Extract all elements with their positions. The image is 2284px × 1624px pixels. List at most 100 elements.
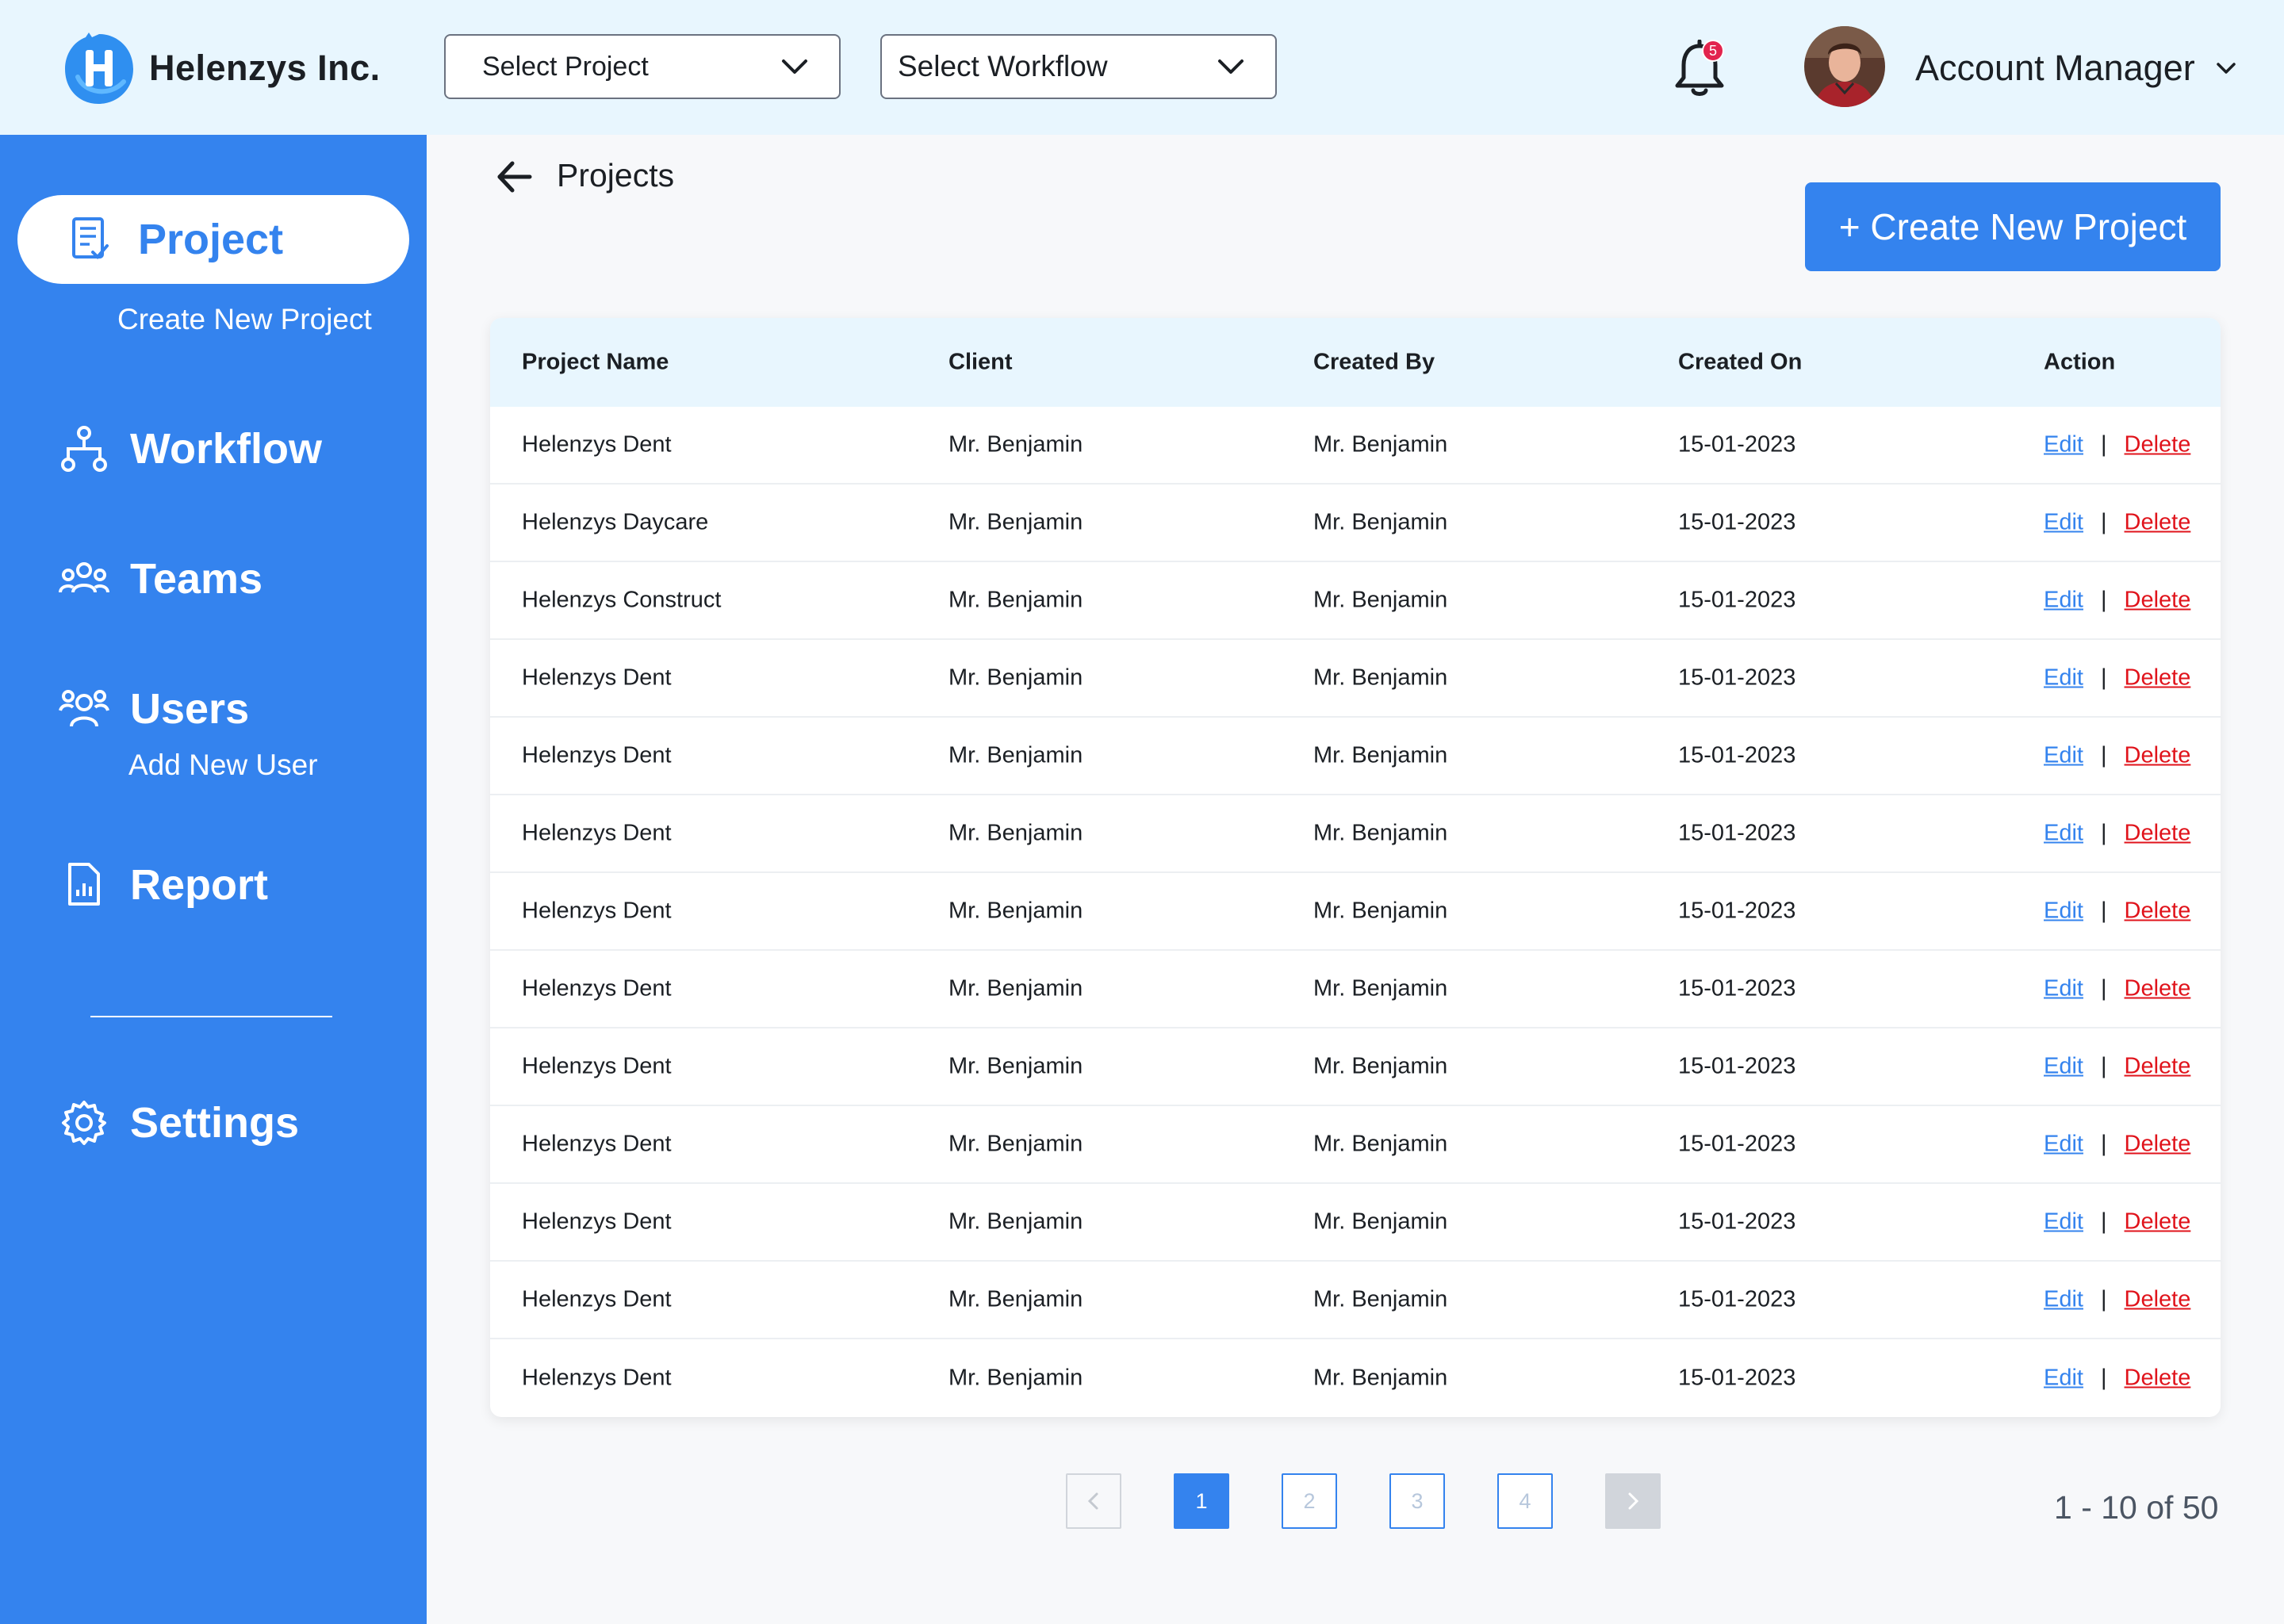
created-on-cell: 15-01-2023 xyxy=(1678,587,1796,613)
delete-link[interactable]: Delete xyxy=(2125,1054,2191,1080)
sidebar-item-label: Workflow xyxy=(130,425,322,473)
edit-link[interactable]: Edit xyxy=(2044,1054,2083,1080)
column-header-project-name: Project Name xyxy=(522,349,669,375)
table-header: Project Name Client Created By Created O… xyxy=(490,318,2221,407)
account-label: Account Manager xyxy=(1915,48,2195,88)
table-row: Helenzys Dent Mr. Benjamin Mr. Benjamin 15-… xyxy=(490,1184,2221,1262)
edit-link[interactable]: Edit xyxy=(2044,821,2083,847)
project-name-cell: Helenzys Dent xyxy=(522,1053,672,1079)
edit-link[interactable]: Edit xyxy=(2044,1287,2083,1313)
action-separator: | xyxy=(2100,587,2107,613)
table-row: Helenzys Dent Mr. Benjamin Mr. Benjamin 15-… xyxy=(490,1339,2221,1417)
delete-link[interactable]: Delete xyxy=(2125,432,2191,458)
sidebar: Project Create New Project Workflow Team… xyxy=(0,135,427,1624)
delete-link[interactable]: Delete xyxy=(2125,588,2191,614)
project-select-label: Select Project xyxy=(482,51,649,82)
action-separator: | xyxy=(2100,1131,2107,1157)
action-separator: | xyxy=(2100,1208,2107,1235)
created-on-cell: 15-01-2023 xyxy=(1678,665,1796,691)
pagination-next-button[interactable] xyxy=(1605,1473,1661,1529)
sidebar-item-report[interactable]: Report xyxy=(59,860,268,910)
pagination-page-4[interactable]: 4 xyxy=(1497,1473,1553,1529)
edit-link[interactable]: Edit xyxy=(2044,588,2083,614)
created-on-cell: 15-01-2023 xyxy=(1678,1286,1796,1312)
team-icon xyxy=(59,553,109,604)
project-name-cell: Helenzys Dent xyxy=(522,898,672,924)
delete-link[interactable]: Delete xyxy=(2125,821,2191,847)
edit-link[interactable]: Edit xyxy=(2044,743,2083,769)
created-by-cell: Mr. Benjamin xyxy=(1313,587,1448,613)
sidebar-sub-add-user[interactable]: Add New User xyxy=(128,749,318,782)
workflow-select-label: Select Workflow xyxy=(898,50,1108,82)
table-row: Helenzys Dent Mr. Benjamin Mr. Benjamin 15-… xyxy=(490,1028,2221,1106)
sidebar-sub-create-project[interactable]: Create New Project xyxy=(117,303,372,336)
action-cell: Edit | Delete xyxy=(2044,432,2190,458)
action-cell: Edit | Delete xyxy=(2044,976,2190,1002)
sidebar-item-label: Project xyxy=(138,216,284,263)
sidebar-item-project[interactable]: Project xyxy=(17,195,409,284)
created-on-cell: 15-01-2023 xyxy=(1678,898,1796,924)
project-name-cell: Helenzys Construct xyxy=(522,587,722,613)
edit-link[interactable]: Edit xyxy=(2044,976,2083,1002)
edit-link[interactable]: Edit xyxy=(2044,1132,2083,1158)
created-by-cell: Mr. Benjamin xyxy=(1313,431,1448,458)
delete-link[interactable]: Delete xyxy=(2125,743,2191,769)
project-name-cell: Helenzys Dent xyxy=(522,742,672,768)
table-row: Helenzys Dent Mr. Benjamin Mr. Benjamin 15-… xyxy=(490,407,2221,485)
pagination-page-2[interactable]: 2 xyxy=(1282,1473,1337,1529)
project-name-cell: Helenzys Dent xyxy=(522,975,672,1002)
delete-link[interactable]: Delete xyxy=(2125,1287,2191,1313)
sidebar-item-users[interactable]: Users xyxy=(59,684,249,734)
brand-logo[interactable]: Helenzys Inc. xyxy=(62,29,381,108)
avatar[interactable] xyxy=(1804,26,1885,107)
client-cell: Mr. Benjamin xyxy=(948,898,1083,924)
delete-link[interactable]: Delete xyxy=(2125,665,2191,691)
account-menu[interactable]: Account Manager xyxy=(1915,44,2236,92)
project-select[interactable]: Select Project xyxy=(444,34,841,99)
users-icon xyxy=(59,684,109,734)
client-cell: Mr. Benjamin xyxy=(948,665,1083,691)
table-row: Helenzys Dent Mr. Benjamin Mr. Benjamin 15-… xyxy=(490,718,2221,795)
delete-link[interactable]: Delete xyxy=(2125,976,2191,1002)
action-cell: Edit | Delete xyxy=(2044,898,2190,925)
column-header-action: Action xyxy=(2044,349,2116,375)
sidebar-item-workflow[interactable]: Workflow xyxy=(59,423,322,474)
user-avatar-icon xyxy=(1804,26,1885,107)
action-cell: Edit | Delete xyxy=(2044,665,2190,691)
notification-bell[interactable]: 5 xyxy=(1669,39,1730,100)
delete-link[interactable]: Delete xyxy=(2125,1132,2191,1158)
table-row: Helenzys Dent Mr. Benjamin Mr. Benjamin 15-… xyxy=(490,873,2221,951)
pagination-prev-button[interactable] xyxy=(1066,1473,1121,1529)
edit-link[interactable]: Edit xyxy=(2044,665,2083,691)
pagination-page-1[interactable]: 1 xyxy=(1174,1473,1229,1529)
sidebar-item-settings[interactable]: Settings xyxy=(59,1097,299,1148)
create-new-project-button[interactable]: + Create New Project xyxy=(1805,182,2221,271)
project-name-cell: Helenzys Dent xyxy=(522,1208,672,1235)
created-by-cell: Mr. Benjamin xyxy=(1313,1365,1448,1391)
created-by-cell: Mr. Benjamin xyxy=(1313,509,1448,535)
edit-link[interactable]: Edit xyxy=(2044,1209,2083,1235)
edit-link[interactable]: Edit xyxy=(2044,1365,2083,1392)
client-cell: Mr. Benjamin xyxy=(948,509,1083,535)
edit-link[interactable]: Edit xyxy=(2044,510,2083,536)
edit-link[interactable]: Edit xyxy=(2044,432,2083,458)
delete-link[interactable]: Delete xyxy=(2125,1209,2191,1235)
project-name-cell: Helenzys Daycare xyxy=(522,509,709,535)
action-cell: Edit | Delete xyxy=(2044,588,2190,614)
action-cell: Edit | Delete xyxy=(2044,1132,2190,1158)
sidebar-item-label: Report xyxy=(130,861,268,909)
pagination-page-3[interactable]: 3 xyxy=(1389,1473,1445,1529)
workflow-select[interactable]: Select Workflow xyxy=(880,34,1277,99)
created-by-cell: Mr. Benjamin xyxy=(1313,665,1448,691)
delete-link[interactable]: Delete xyxy=(2125,1365,2191,1392)
created-by-cell: Mr. Benjamin xyxy=(1313,975,1448,1002)
delete-link[interactable]: Delete xyxy=(2125,510,2191,536)
back-button[interactable] xyxy=(493,155,536,198)
edit-link[interactable]: Edit xyxy=(2044,898,2083,925)
sidebar-item-teams[interactable]: Teams xyxy=(59,553,263,604)
chevron-down-icon xyxy=(1218,59,1244,74)
delete-link[interactable]: Delete xyxy=(2125,898,2191,925)
arrow-left-icon xyxy=(497,161,532,193)
chevron-down-icon xyxy=(782,59,807,74)
client-cell: Mr. Benjamin xyxy=(948,975,1083,1002)
